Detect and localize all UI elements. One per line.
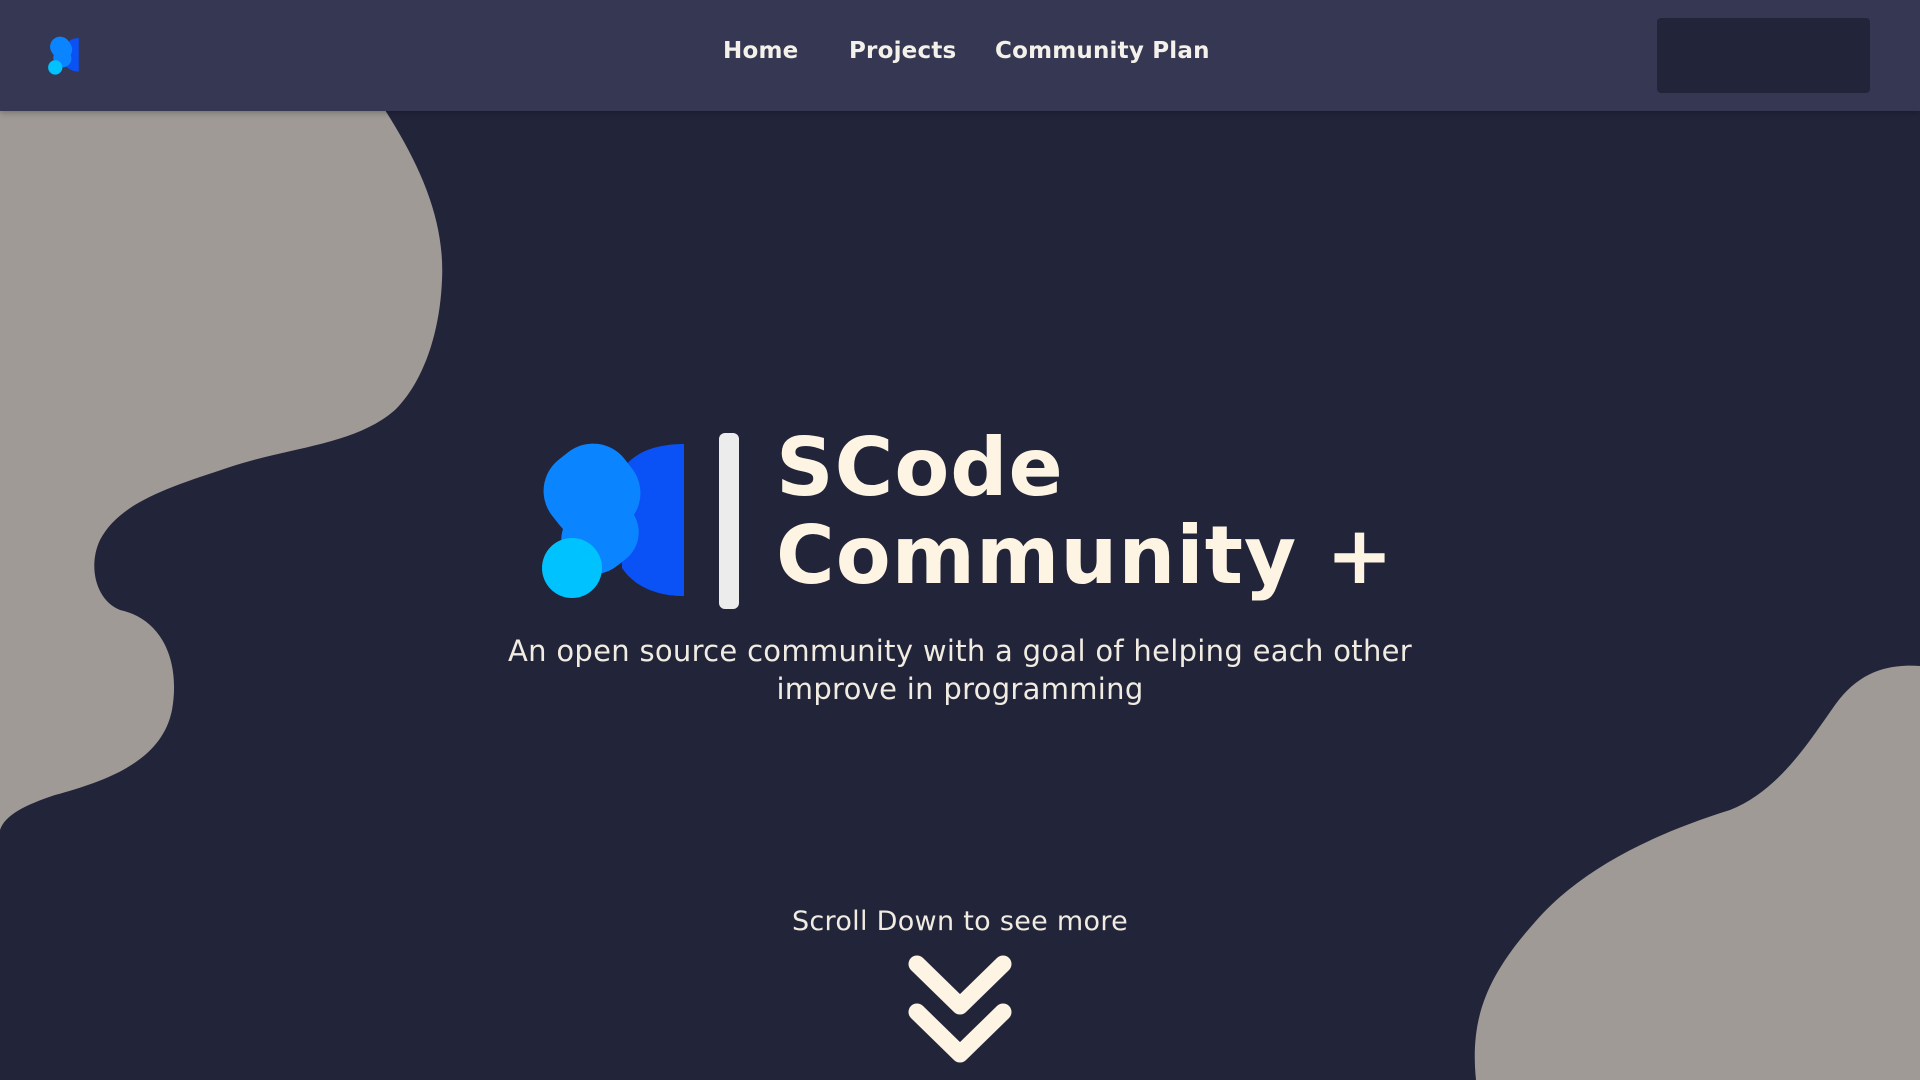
double-chevron-down-icon[interactable] xyxy=(907,954,1013,1066)
background-blob-left xyxy=(0,110,443,830)
scode-logo-icon xyxy=(542,443,684,598)
scroll-hint-label[interactable]: Scroll Down to see more xyxy=(660,906,1260,937)
nav-link-home[interactable]: Home xyxy=(723,38,798,64)
hero-title: SCode Community + xyxy=(776,424,1394,600)
nav-links: Home Projects Community Plan xyxy=(0,0,1920,111)
nav-link-projects[interactable]: Projects xyxy=(849,38,956,64)
nav-link-community-plan[interactable]: Community Plan xyxy=(995,38,1210,64)
top-navbar: Home Projects Community Plan xyxy=(0,0,1920,111)
hero-title-line-1: SCode xyxy=(776,421,1064,514)
nav-action-button[interactable] xyxy=(1657,18,1870,93)
hero-title-line-2: Community + xyxy=(776,509,1394,602)
hero-subtitle: An open source community with a goal of … xyxy=(508,634,1412,706)
landing-page: Home Projects Community Plan SCode Commu… xyxy=(0,0,1920,1080)
background-blob-right xyxy=(1474,665,1920,1080)
hero-divider xyxy=(719,433,739,609)
